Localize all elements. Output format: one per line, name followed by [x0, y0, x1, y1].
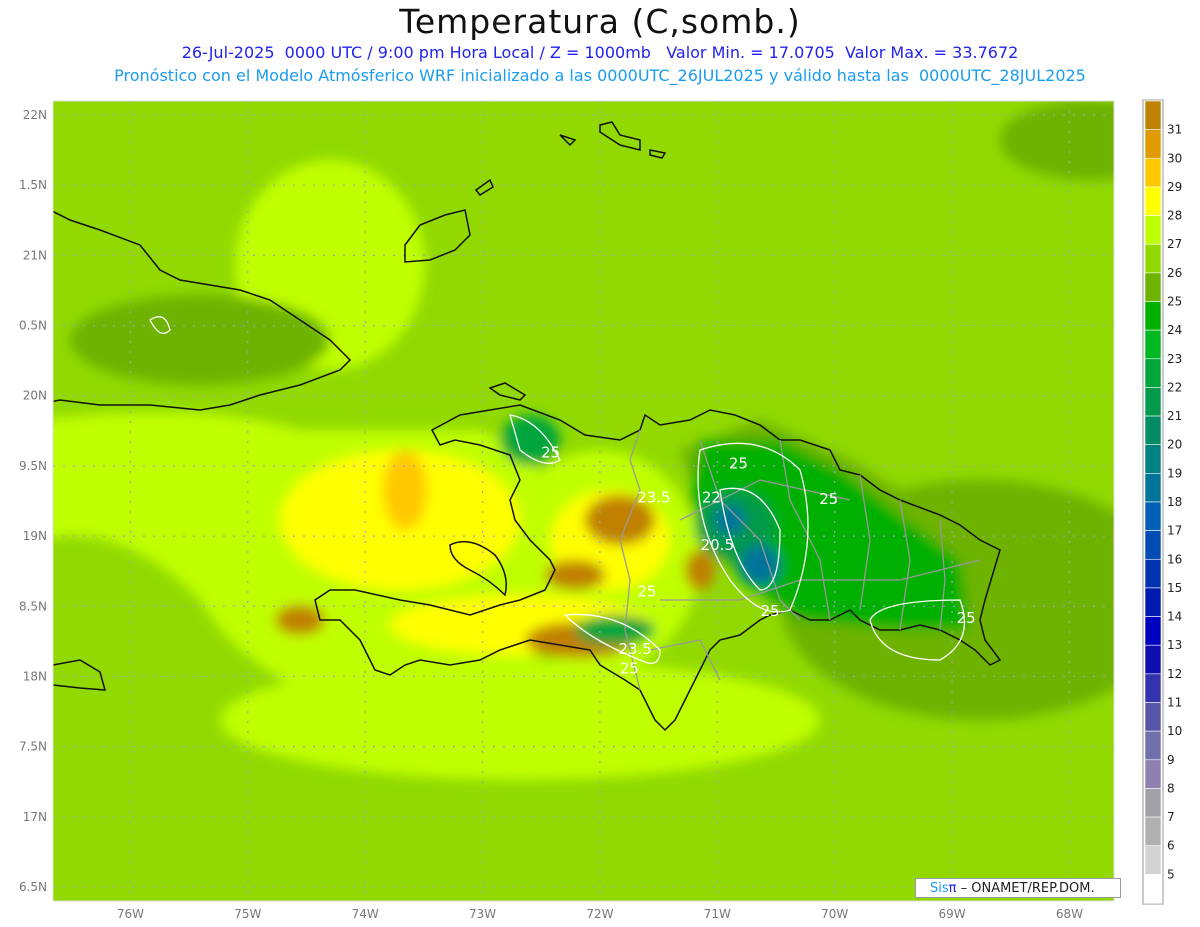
colorbar-swatch — [1144, 644, 1162, 675]
lat-tick-label: 6.5N — [19, 880, 47, 894]
colorbar-swatch — [1144, 329, 1162, 360]
lon-tick-label: 72W — [586, 907, 613, 921]
colorbar-swatch — [1144, 215, 1162, 245]
contour-label: 25 — [957, 609, 976, 627]
colorbar-label: 16 — [1167, 552, 1182, 566]
lon-tick-label: 68W — [1056, 907, 1083, 921]
contour-label: 25 — [637, 582, 656, 600]
lat-tick-label: 1.5N — [19, 178, 47, 192]
colorbar-label: 29 — [1167, 180, 1182, 194]
lon-tick-label: 70W — [821, 907, 848, 921]
colorbar-swatch — [1144, 530, 1162, 560]
colorbar-label: 28 — [1167, 209, 1182, 223]
colorbar-swatch — [1144, 673, 1162, 703]
temperature-map: 252523.5 22 2520.52525 2523.525 76W 75W 74W 73… — [19, 99, 1182, 921]
colorbar-swatch — [1144, 501, 1162, 531]
contour-label: 25 — [541, 443, 560, 461]
colorbar-swatch — [1144, 444, 1162, 474]
lat-tick-label: 21N — [23, 248, 47, 262]
lon-tick-label: 75W — [234, 907, 261, 921]
lat-tick-label: 7.5N — [19, 740, 47, 754]
credit-sis: Sis — [930, 881, 949, 896]
colorbar-label: 6 — [1167, 839, 1175, 853]
colorbar-label: 20 — [1167, 438, 1182, 452]
colorbar-label: 15 — [1167, 581, 1182, 595]
colorbar-swatch — [1144, 415, 1162, 446]
colorbar-swatch — [1144, 816, 1162, 847]
colorbar-swatch — [1144, 157, 1162, 188]
colorbar-label: 9 — [1167, 753, 1175, 767]
colorbar-swatch — [1144, 272, 1162, 302]
lat-tick-label: 22N — [23, 108, 47, 122]
colorbar-label: 25 — [1167, 295, 1182, 309]
field-region — [383, 450, 427, 530]
colorbar-label: 21 — [1167, 409, 1182, 423]
contour-label: 25 — [819, 490, 838, 508]
lon-tick-label: 76W — [117, 907, 144, 921]
colorbar-label: 27 — [1167, 237, 1182, 251]
field-region — [220, 660, 820, 780]
shaded-field: 25 25 23.5 22 25 20.5 25 25 25 23.5 25 — [53, 101, 1114, 901]
contour-label: 25 — [620, 660, 639, 678]
field-region — [70, 295, 330, 385]
colorbar-label: 24 — [1167, 323, 1182, 337]
colorbar-swatch — [1144, 358, 1162, 388]
lat-tick-label: 20N — [23, 389, 47, 403]
colorbar-swatch — [1144, 301, 1162, 331]
colorbar-swatch — [1144, 616, 1162, 646]
credit-label: Sisπ – ONAMET/REP.DOM. — [915, 878, 1121, 898]
colorbar-label: 14 — [1167, 610, 1182, 624]
colorbar-swatch — [1144, 702, 1162, 732]
lon-tick-label: 74W — [352, 907, 379, 921]
contour-label: 22 — [702, 488, 721, 506]
colorbar-swatch — [1144, 100, 1162, 130]
colorbar-swatch — [1144, 558, 1162, 589]
field-region — [545, 560, 605, 590]
colorbar-swatch — [1144, 730, 1162, 761]
colorbar-label: 11 — [1167, 696, 1182, 710]
colorbar-swatch — [1144, 129, 1162, 159]
colorbar-swatch — [1144, 387, 1162, 417]
colorbar-label: 18 — [1167, 495, 1182, 509]
colorbar-label: 12 — [1167, 667, 1182, 681]
colorbar-label: 26 — [1167, 266, 1182, 280]
colorbar-label: 23 — [1167, 352, 1182, 366]
colorbar-swatch — [1144, 473, 1162, 503]
contour-label: 25 — [761, 602, 780, 620]
colorbar-label: 22 — [1167, 380, 1182, 394]
lon-tick-label: 71W — [704, 907, 731, 921]
colorbar-swatch — [1144, 788, 1162, 818]
contour-label: 25 — [729, 455, 748, 473]
colorbar-label: 17 — [1167, 524, 1182, 538]
contour-label: 23.5 — [637, 488, 670, 506]
colorbar-label: 31 — [1167, 123, 1182, 137]
lon-tick-label: 69W — [938, 907, 965, 921]
colorbar-swatch — [1144, 845, 1162, 875]
colorbar-label: 19 — [1167, 466, 1182, 480]
lon-tick-label: 73W — [469, 907, 496, 921]
lat-tick-label: 0.5N — [19, 319, 47, 333]
lat-tick-label: 17N — [23, 810, 47, 824]
colorbar-label: 13 — [1167, 638, 1182, 652]
colorbar-swatch — [1144, 243, 1162, 274]
colorbar-label: 10 — [1167, 724, 1182, 738]
colorbar-swatch — [1144, 587, 1162, 617]
lat-tick-label: 9.5N — [19, 459, 47, 473]
credit-org: – ONAMET/REP.DOM. — [956, 881, 1095, 896]
colorbar-label: 5 — [1167, 867, 1175, 881]
lat-tick-label: 8.5N — [19, 599, 47, 613]
lat-tick-label: 19N — [23, 529, 47, 543]
colorbar-label: 7 — [1167, 810, 1175, 824]
colorbar-label: 8 — [1167, 781, 1175, 795]
colorbar-swatch — [1144, 874, 1162, 904]
colorbar-swatch — [1144, 186, 1162, 216]
lat-tick-label: 18N — [23, 669, 47, 683]
colorbar-label: 30 — [1167, 151, 1182, 165]
colorbar-swatch — [1144, 759, 1162, 789]
field-region — [685, 550, 715, 590]
contour-label: 20.5 — [701, 536, 734, 554]
contour-label: 23.5 — [618, 640, 651, 658]
colorbar: 31 30 29 28 27 26 25 24 23 22 21 20 19 18 17 16 15 14 13 12… — [1142, 99, 1182, 905]
